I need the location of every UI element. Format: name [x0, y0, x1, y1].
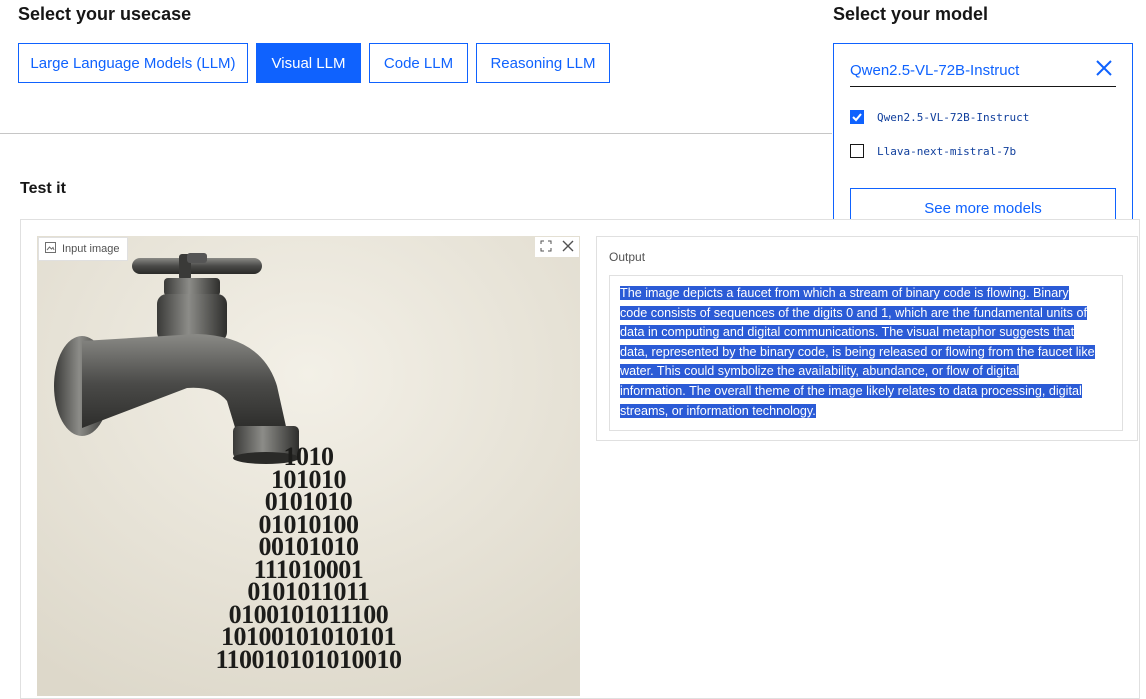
- test-title: Test it: [20, 180, 66, 197]
- model-selected-value: Qwen2.5-VL-72B-Instruct: [850, 61, 1020, 79]
- input-image-label: Input image: [38, 237, 129, 261]
- image-icon: [45, 242, 56, 256]
- output-line: streams, or information technology.: [620, 403, 816, 418]
- section-divider: [0, 133, 832, 134]
- fullscreen-icon[interactable]: [540, 240, 552, 255]
- output-line: data in computing and digital communicat…: [620, 325, 1075, 340]
- binary-row: 110010101010010: [215, 644, 402, 674]
- input-image-label-text: Input image: [62, 243, 120, 255]
- checkbox-icon[interactable]: [850, 144, 864, 158]
- checkbox-checked-icon[interactable]: [850, 110, 864, 124]
- output-line: information. The overall theme of the im…: [620, 383, 1082, 398]
- model-dropdown: Qwen2.5-VL-72B-Instruct Qwen2.5-VL-72B-I…: [833, 43, 1133, 237]
- model-option-label: Llava-next-mistral-7b: [877, 144, 1017, 158]
- chip-reasoning-llm[interactable]: Reasoning LLM: [476, 43, 610, 83]
- binary-stream: 1010 101010 0101010 01010100 00101010 11…: [37, 444, 580, 674]
- input-image: 1010 101010 0101010 01010100 00101010 11…: [37, 236, 580, 696]
- usecase-title: Select your usecase: [18, 4, 192, 24]
- model-option[interactable]: Qwen2.5-VL-72B-Instruct: [850, 110, 1029, 124]
- model-option[interactable]: Llava-next-mistral-7b: [850, 144, 1016, 158]
- output-line: The image depicts a faucet from which a …: [620, 286, 1069, 300]
- output-label: Output: [609, 250, 646, 264]
- output-line: code consists of sequences of the digits…: [620, 305, 1087, 320]
- output-textarea[interactable]: The image depicts a faucet from which a …: [609, 275, 1123, 431]
- model-title: Select your model: [833, 4, 989, 24]
- close-icon[interactable]: [1094, 58, 1114, 82]
- chip-visual-llm[interactable]: Visual LLM: [256, 43, 361, 83]
- output-line: data, represented by the binary code, is…: [620, 344, 1095, 359]
- model-option-label: Qwen2.5-VL-72B-Instruct: [877, 110, 1030, 124]
- chip-code-llm[interactable]: Code LLM: [369, 43, 468, 83]
- chip-large-language-models[interactable]: Large Language Models (LLM): [18, 43, 248, 83]
- close-icon[interactable]: [562, 240, 574, 255]
- model-search-input[interactable]: Qwen2.5-VL-72B-Instruct: [850, 54, 1116, 87]
- image-toolbar: [535, 237, 579, 257]
- output-panel: Output The image depicts a faucet from w…: [596, 236, 1138, 441]
- output-line: water. This could symbolize the availabi…: [620, 364, 1020, 379]
